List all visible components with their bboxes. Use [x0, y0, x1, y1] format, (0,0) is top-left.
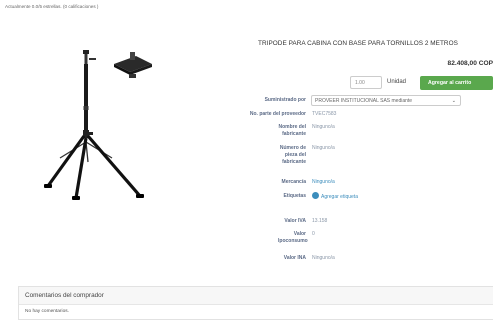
manufacturer-part-label: Número de pieza del fabricante [279, 145, 306, 165]
supplier-select-value: PROVEER INSTITUCIONAL SAS mediante [315, 98, 413, 104]
merchandise-label: Mercancía [281, 179, 306, 185]
supplier-part-value: TVEC7583 [312, 111, 337, 117]
merchandise-value[interactable]: Ninguno/a [312, 179, 335, 186]
product-price: 82.408,00 COP [447, 60, 493, 67]
mount-plate-image [114, 52, 152, 78]
iva-label: Valor IVA [284, 218, 306, 224]
quantity-input[interactable] [350, 76, 382, 89]
manufacturer-name-label: Nombre del fabricante [278, 124, 306, 137]
comments-header: Comentarios del comprador [19, 287, 493, 305]
consumption-label: Valor Ipoconsumo [278, 231, 308, 244]
comments-empty-text: No hay comentarios. [25, 309, 69, 314]
supplier-label: Suministrado por [264, 97, 306, 103]
add-to-cart-button[interactable]: Agregar al carrito [420, 76, 493, 90]
manufacturer-name-value: Ninguno/a [312, 124, 335, 130]
tags-label: Etiquetas [283, 193, 306, 199]
supplier-part-label: No. parte del proveedor [249, 111, 306, 117]
add-tag-link[interactable]: Agregar etiqueta [312, 192, 358, 201]
consumption-value: 0 [312, 231, 315, 237]
unit-label: Unidad [387, 79, 407, 85]
iva-value: 13.158 [312, 218, 328, 224]
manufacturer-part-value: Ninguno/a [312, 145, 335, 151]
add-tag-text: Agregar etiqueta [321, 194, 358, 200]
iva2-value: Ninguno/a [312, 255, 335, 261]
buyer-comments-panel: Comentarios del comprador No hay comenta… [18, 286, 493, 320]
product-title: TRIPODE PARA CABINA CON BASE PARA TORNIL… [258, 40, 458, 47]
rating-summary: Actualmente 0.0/5 estrellas. (0 califica… [5, 4, 99, 9]
iva2-label: Valor INA [283, 255, 306, 261]
supplier-select[interactable]: PROVEER INSTITUCIONAL SAS mediante ⌄ [311, 95, 461, 106]
chevron-down-icon: ⌄ [451, 98, 456, 104]
tag-icon [312, 192, 319, 199]
